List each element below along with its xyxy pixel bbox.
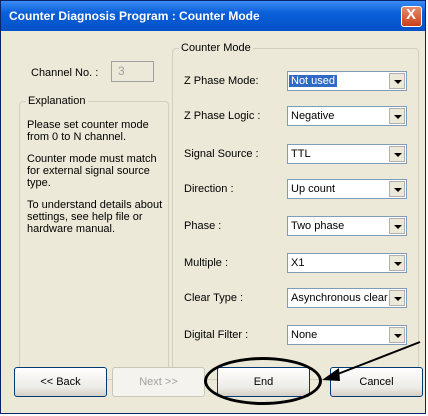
annotation-arrow-icon (322, 341, 421, 381)
